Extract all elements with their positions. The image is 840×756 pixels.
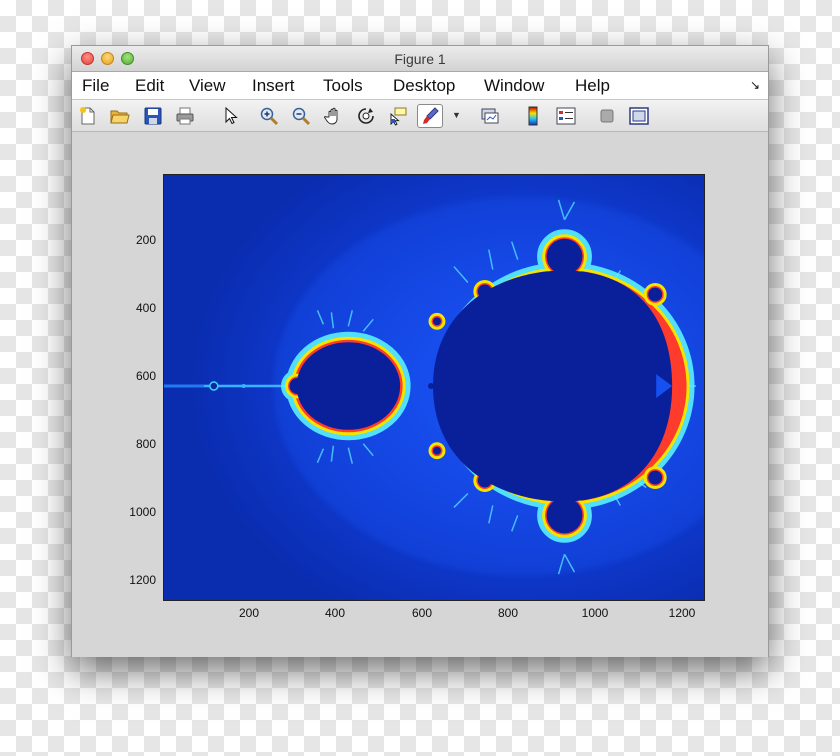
save-icon[interactable] — [143, 106, 163, 126]
dock-arrow-icon[interactable]: ↘ — [750, 78, 760, 92]
x-tick-label: 600 — [411, 606, 433, 620]
new-figure-icon[interactable] — [78, 106, 98, 126]
figure-canvas: 200 400 600 800 1000 1200 200 400 600 80… — [72, 132, 768, 657]
pan-icon[interactable] — [324, 106, 344, 126]
y-tick-label: 1000 — [129, 505, 156, 519]
brush-icon[interactable] — [417, 104, 443, 128]
link-plot-icon[interactable] — [480, 106, 500, 126]
x-tick-label: 200 — [238, 606, 260, 620]
data-cursor-icon[interactable] — [388, 106, 408, 126]
menu-view[interactable]: View — [189, 76, 226, 96]
y-tick-label: 600 — [135, 369, 156, 383]
hide-tools-icon[interactable] — [597, 106, 617, 126]
menu-file[interactable]: File — [82, 76, 109, 96]
plot-axes[interactable] — [163, 174, 705, 601]
x-tick-label: 1000 — [581, 606, 609, 620]
colorbar-icon[interactable] — [523, 106, 543, 126]
menu-bar: File Edit View Insert Tools Desktop Wind… — [72, 72, 768, 100]
menu-desktop[interactable]: Desktop — [393, 76, 455, 96]
y-tick-label: 200 — [135, 233, 156, 247]
open-icon[interactable] — [110, 106, 130, 126]
window-title: Figure 1 — [394, 51, 446, 67]
menu-help[interactable]: Help — [575, 76, 610, 96]
zoom-out-icon[interactable] — [291, 106, 311, 126]
title-bar[interactable]: Figure 1 — [72, 46, 768, 72]
rotate-3d-icon[interactable] — [356, 106, 376, 126]
brush-dropdown-icon[interactable]: ▼ — [452, 110, 461, 120]
menu-insert[interactable]: Insert — [252, 76, 295, 96]
figure-toolbar: ▼ — [72, 100, 768, 132]
show-tools-icon[interactable] — [629, 106, 649, 126]
print-icon[interactable] — [175, 106, 195, 126]
y-tick-label: 400 — [135, 301, 156, 315]
mandelbrot-image — [164, 175, 704, 600]
legend-icon[interactable] — [556, 106, 576, 126]
menu-tools[interactable]: Tools — [323, 76, 363, 96]
menu-edit[interactable]: Edit — [135, 76, 164, 96]
x-tick-label: 1200 — [668, 606, 696, 620]
menu-window[interactable]: Window — [484, 76, 544, 96]
figure-window: Figure 1 File Edit View Insert Tools Des… — [71, 45, 769, 657]
y-tick-label: 800 — [135, 437, 156, 451]
zoom-in-icon[interactable] — [259, 106, 279, 126]
x-tick-label: 400 — [324, 606, 346, 620]
pointer-icon[interactable] — [220, 106, 240, 126]
x-tick-label: 800 — [497, 606, 519, 620]
y-tick-label: 1200 — [129, 573, 156, 587]
